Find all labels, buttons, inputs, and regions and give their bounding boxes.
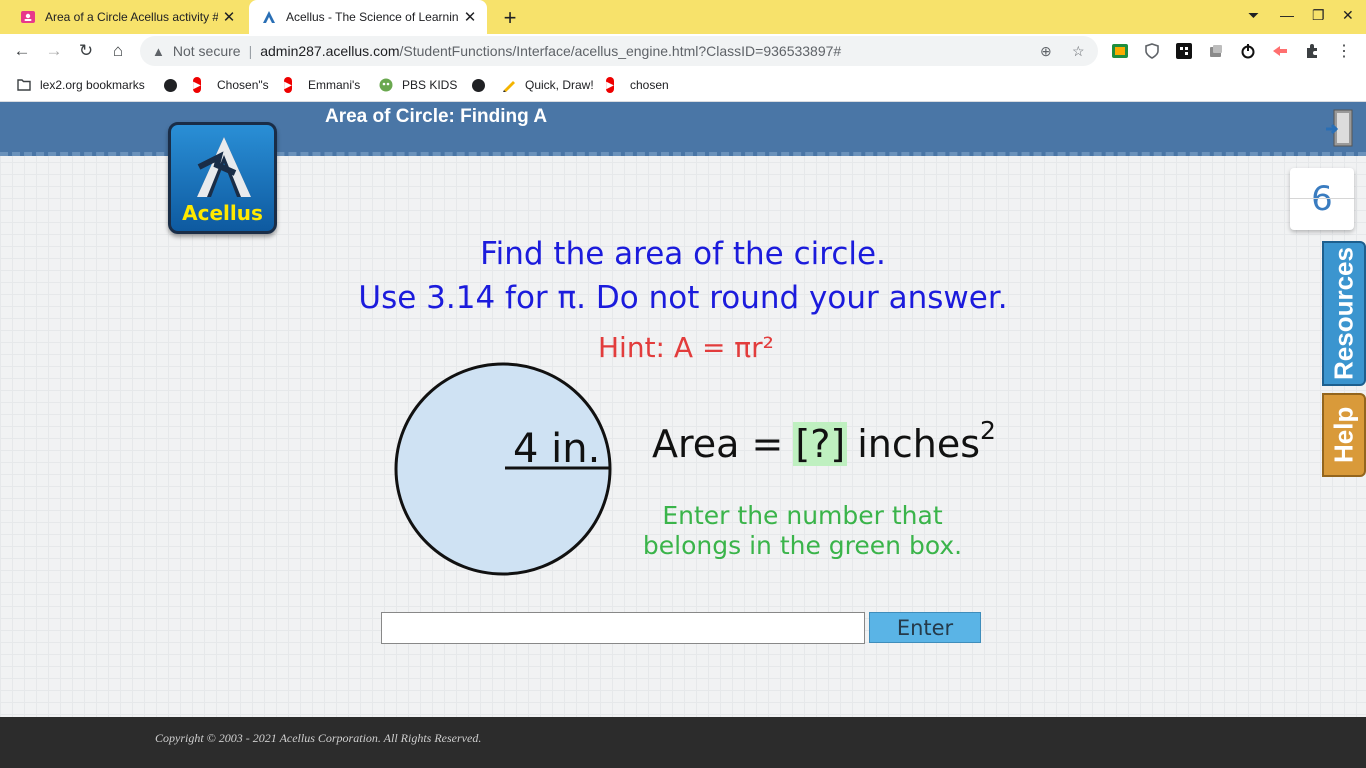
bookmark-chosens[interactable]: ▶ Chosen"s xyxy=(193,77,269,93)
google-classroom-extension-icon[interactable] xyxy=(1111,42,1129,60)
hint-text: Hint: A = πr² xyxy=(598,331,774,364)
help-tab[interactable]: Help xyxy=(1322,393,1366,477)
restore-icon[interactable]: ❐ xyxy=(1312,7,1325,24)
acellus-a-icon xyxy=(197,137,251,197)
minimize-icon[interactable]: — xyxy=(1280,7,1294,23)
zoom-icon[interactable]: ⊕ xyxy=(1040,43,1052,60)
url-path: /StudentFunctions/Interface/acellus_engi… xyxy=(399,43,842,59)
bookmark-star-icon[interactable]: ☆ xyxy=(1072,43,1085,60)
green-answer-box: [?] xyxy=(793,422,848,466)
bookmark-quick-draw[interactable]: Quick, Draw! xyxy=(501,77,594,93)
question-line-2: Use 3.14 for π. Do not round your answer… xyxy=(358,280,1008,316)
tabs-extension-icon[interactable] xyxy=(1207,42,1225,60)
url-host: admin287.acellus.com xyxy=(260,43,400,59)
back-icon[interactable]: ← xyxy=(11,40,33,62)
bookmark-pbs-kids[interactable]: PBS KIDS xyxy=(378,77,457,93)
instruction-text: Enter the number that belongs in the gre… xyxy=(642,501,963,560)
bookmark-chosen[interactable]: ▶ chosen xyxy=(606,77,669,93)
power-extension-icon[interactable] xyxy=(1239,42,1257,60)
area-exponent: 2 xyxy=(980,416,996,445)
quick-draw-icon xyxy=(501,77,517,93)
bookmark-label: PBS KIDS xyxy=(402,78,458,92)
bookmark-globe-2[interactable] xyxy=(470,77,494,93)
classroom-icon xyxy=(21,11,35,23)
globe-icon xyxy=(470,77,486,93)
answer-input[interactable] xyxy=(381,612,865,644)
new-tab-button[interactable]: + xyxy=(498,5,522,31)
tab-strip: Area of a Circle Acellus activity # ✕ Ac… xyxy=(0,0,1366,34)
bookmark-lex2-folder[interactable]: lex2.org bookmarks xyxy=(16,77,145,93)
circle-diagram: 4 in. xyxy=(394,362,612,576)
tab-title: Acellus - The Science of Learning xyxy=(286,10,459,24)
tab-acellus[interactable]: Acellus - The Science of Learning ✕ xyxy=(249,0,487,34)
bookmark-emmanis[interactable]: ▶ Emmani's xyxy=(284,77,360,93)
area-prefix: Area = xyxy=(652,422,784,466)
problem-counter: 6 xyxy=(1290,168,1354,230)
security-label: Not secure xyxy=(172,43,241,59)
close-icon[interactable]: ✕ xyxy=(218,8,240,26)
radius-label: 4 in. xyxy=(513,426,600,472)
bookmark-label: chosen xyxy=(630,78,669,92)
warning-icon: ▲ xyxy=(152,43,165,59)
tab-search-icon[interactable]: ⏷ xyxy=(1248,7,1259,24)
folder-icon xyxy=(16,77,32,93)
puzzle-block-extension-icon[interactable] xyxy=(1175,42,1193,60)
address-bar[interactable]: ▲ Not secure | admin287.acellus.com/Stud… xyxy=(140,36,1098,66)
question-line-1: Find the area of the circle. xyxy=(480,236,886,272)
home-icon[interactable]: ⌂ xyxy=(107,40,129,62)
enter-button[interactable]: Enter xyxy=(869,612,981,643)
area-unit: inches xyxy=(857,422,980,466)
youtube-icon: ▶ xyxy=(193,77,209,93)
copyright-text: Copyright © 2003 - 2021 Acellus Corporat… xyxy=(155,731,482,745)
acellus-logo: Acellus xyxy=(168,122,277,234)
youtube-icon: ▶ xyxy=(606,77,622,93)
forward-icon[interactable]: → xyxy=(43,40,65,62)
exit-door-icon[interactable] xyxy=(1326,109,1354,147)
lesson-title: Area of Circle: Finding A xyxy=(325,106,548,127)
cast-extension-icon[interactable] xyxy=(1271,42,1289,60)
tab-area-of-circle-activity[interactable]: Area of a Circle Acellus activity # ✕ xyxy=(8,0,246,34)
menu-kebab-icon[interactable]: ⋮ xyxy=(1335,42,1353,60)
bookmark-globe-1[interactable] xyxy=(162,77,186,93)
bookmarks-bar: lex2.org bookmarks ▶ Chosen"s ▶ Emmani's… xyxy=(0,68,1366,102)
bookmark-label: lex2.org bookmarks xyxy=(40,78,145,92)
close-window-icon[interactable]: ✕ xyxy=(1342,7,1354,24)
close-icon[interactable]: ✕ xyxy=(459,8,481,26)
shield-extension-icon[interactable] xyxy=(1143,42,1161,60)
globe-icon xyxy=(162,77,178,93)
tab-title: Area of a Circle Acellus activity # xyxy=(45,10,218,24)
logo-label: Acellus xyxy=(182,201,263,225)
pbs-kids-icon xyxy=(378,77,394,93)
area-equation: Area = [?] inches 2 xyxy=(652,416,996,466)
extensions-puzzle-icon[interactable] xyxy=(1303,42,1321,60)
bookmark-label: Emmani's xyxy=(308,78,361,92)
acellus-icon xyxy=(263,11,275,23)
youtube-icon: ▶ xyxy=(284,77,300,93)
bookmark-label: Chosen"s xyxy=(217,78,269,92)
reload-icon[interactable]: ↻ xyxy=(75,40,97,62)
divider: | xyxy=(248,43,253,59)
bookmark-label: Quick, Draw! xyxy=(525,78,594,92)
